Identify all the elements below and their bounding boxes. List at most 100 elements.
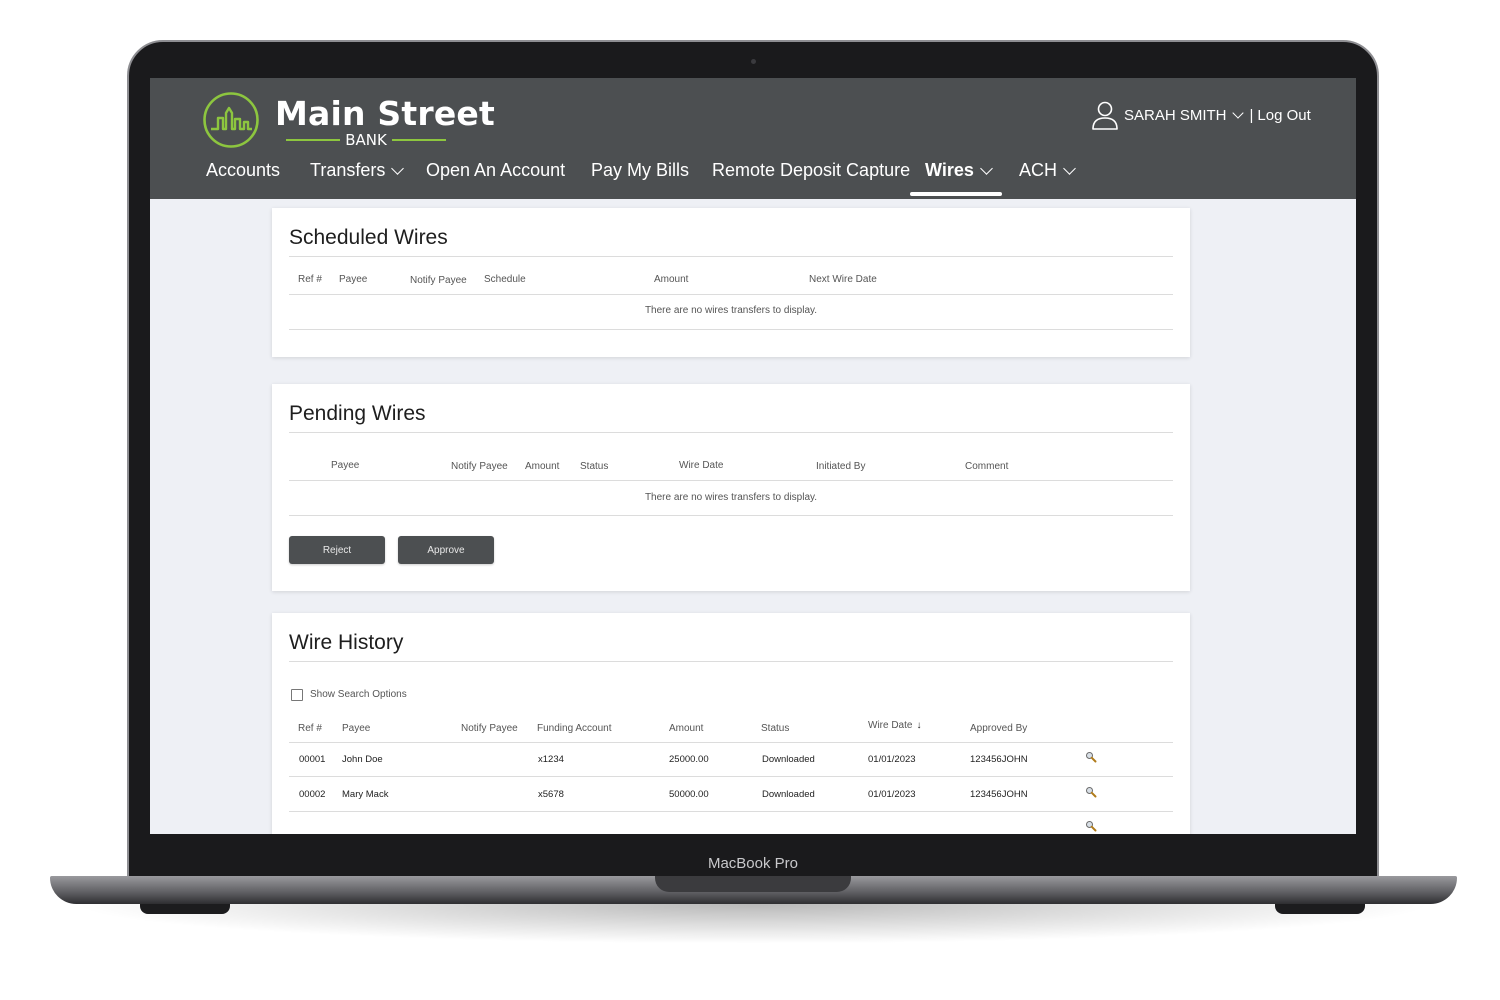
nav-remote-deposit-label: Remote Deposit Capture (712, 160, 911, 180)
col-wire-date-label: Wire Date (868, 720, 913, 731)
chevron-down-icon[interactable] (1231, 107, 1244, 119)
col-next-wire-date: Next Wire Date (809, 274, 877, 285)
cell-approved-by: 123456JOHN (970, 789, 1028, 800)
nav-ach-label: ACH (1019, 160, 1058, 180)
col-schedule: Schedule (484, 274, 526, 285)
nav-pay-bills-label: Pay My Bills (591, 160, 690, 180)
bank-name: Main Street (275, 94, 495, 133)
chevron-down-icon (979, 162, 993, 175)
col-amount: Amount (654, 274, 689, 285)
subtitle-line-right (392, 139, 446, 141)
show-search-checkbox[interactable] (291, 689, 303, 701)
col-payee: Payee (331, 460, 360, 471)
device-label: MacBook Pro (707, 855, 799, 872)
header-divider (289, 480, 1173, 481)
cell-status: Downloaded (762, 754, 815, 765)
col-initiated-by: Initiated By (816, 461, 866, 472)
user-icon (1092, 101, 1118, 130)
title-divider (289, 661, 1173, 662)
row-divider (289, 776, 1173, 777)
magnifier-icon[interactable] (1085, 786, 1097, 798)
title-divider (289, 256, 1173, 257)
empty-message: There are no wires transfers to display. (644, 492, 818, 503)
scheduled-wires-card: Scheduled Wires Ref # Payee Notify Payee… (272, 208, 1190, 357)
nav-open-account[interactable]: Open An Account (426, 160, 565, 181)
col-payee: Payee (339, 274, 368, 285)
camera-dot (751, 59, 756, 64)
nav-wires-label: Wires (925, 160, 974, 180)
cell-payee: Mary Mack (342, 789, 389, 800)
col-wire-date: Wire Date (679, 460, 724, 471)
nav-accounts-label: Accounts (206, 160, 281, 180)
user-name[interactable]: SARAH SMITH (1124, 107, 1227, 124)
bank-subtitle: BANK (286, 131, 446, 149)
col-notify-payee: Notify Payee (451, 461, 508, 472)
cell-payee: John Doe (342, 754, 383, 765)
chevron-down-icon (1063, 162, 1076, 175)
cell-amount: 50000.00 (669, 789, 709, 800)
col-notify-payee: Notify Payee (461, 723, 518, 734)
pending-wires-card: Pending Wires Payee Notify Payee Amount … (272, 384, 1190, 591)
col-amount: Amount (669, 723, 704, 734)
nav-accounts[interactable]: Accounts (206, 160, 280, 181)
row-divider (289, 811, 1173, 812)
cell-date: 01/01/2023 (868, 754, 916, 765)
col-ref: Ref # (298, 274, 322, 285)
col-payee: Payee (342, 723, 371, 734)
cell-ref: 00001 (299, 754, 326, 765)
nav-open-account-label: Open An Account (426, 160, 566, 180)
laptop-foot-right (1275, 904, 1365, 914)
pending-wires-title: Pending Wires (289, 402, 426, 425)
reject-button[interactable]: Reject (289, 536, 385, 564)
scheduled-wires-title: Scheduled Wires (289, 226, 448, 249)
laptop-foot-left (140, 904, 230, 914)
sort-down-icon[interactable]: ↓ (916, 720, 921, 731)
col-funding-account: Funding Account (537, 723, 612, 734)
nav-pay-bills[interactable]: Pay My Bills (591, 160, 689, 181)
nav-wires[interactable]: Wires (925, 160, 997, 181)
wire-history-card: Wire History Show Search Options Ref # P… (272, 613, 1190, 834)
col-wire-date[interactable]: Wire Date ↓ (868, 720, 921, 731)
header-divider (289, 294, 1173, 295)
row-divider (289, 329, 1173, 330)
col-amount: Amount (525, 461, 560, 472)
cell-amount: 25000.00 (669, 754, 709, 765)
col-comment: Comment (965, 461, 1009, 472)
magnifier-icon[interactable] (1085, 820, 1097, 832)
approve-button[interactable]: Approve (398, 536, 494, 564)
cell-date: 01/01/2023 (868, 789, 916, 800)
bank-subtitle-text: BANK (345, 131, 387, 149)
col-notify-payee: Notify Payee (410, 275, 467, 286)
title-divider (289, 432, 1173, 433)
col-ref: Ref # (298, 723, 322, 734)
col-status: Status (580, 461, 609, 472)
col-status: Status (761, 723, 790, 734)
app-header: Main Street BANK SARAH SMITH | Log Out A… (150, 78, 1356, 199)
cell-account: x1234 (538, 754, 564, 765)
cell-approved-by: 123456JOHN (970, 754, 1028, 765)
subtitle-line-left (286, 139, 340, 141)
nav-transfers-label: Transfers (310, 160, 386, 180)
magnifier-icon[interactable] (1085, 751, 1097, 763)
nav-transfers[interactable]: Transfers (310, 160, 408, 181)
col-approved-by: Approved By (970, 723, 1028, 734)
header-separator: | (1249, 106, 1254, 124)
empty-message: There are no wires transfers to display. (644, 305, 818, 316)
row-divider (289, 515, 1173, 516)
bank-logo-icon[interactable] (202, 91, 260, 149)
nav-remote-deposit[interactable]: Remote Deposit Capture (712, 160, 910, 181)
chevron-down-icon (391, 162, 405, 175)
active-tab-indicator (910, 192, 1002, 196)
logout-link[interactable]: Log Out (1257, 107, 1310, 124)
cell-ref: 00002 (299, 789, 326, 800)
laptop-shadow (70, 904, 1437, 944)
cell-status: Downloaded (762, 789, 815, 800)
laptop-notch (655, 876, 851, 892)
user-menu: SARAH SMITH | Log Out (1090, 99, 1311, 131)
show-search-label[interactable]: Show Search Options (310, 689, 407, 700)
nav-ach[interactable]: ACH (1019, 160, 1080, 181)
screen: Main Street BANK SARAH SMITH | Log Out A… (150, 78, 1356, 834)
wire-history-title: Wire History (289, 631, 404, 654)
header-divider (289, 742, 1173, 743)
cell-account: x5678 (538, 789, 564, 800)
